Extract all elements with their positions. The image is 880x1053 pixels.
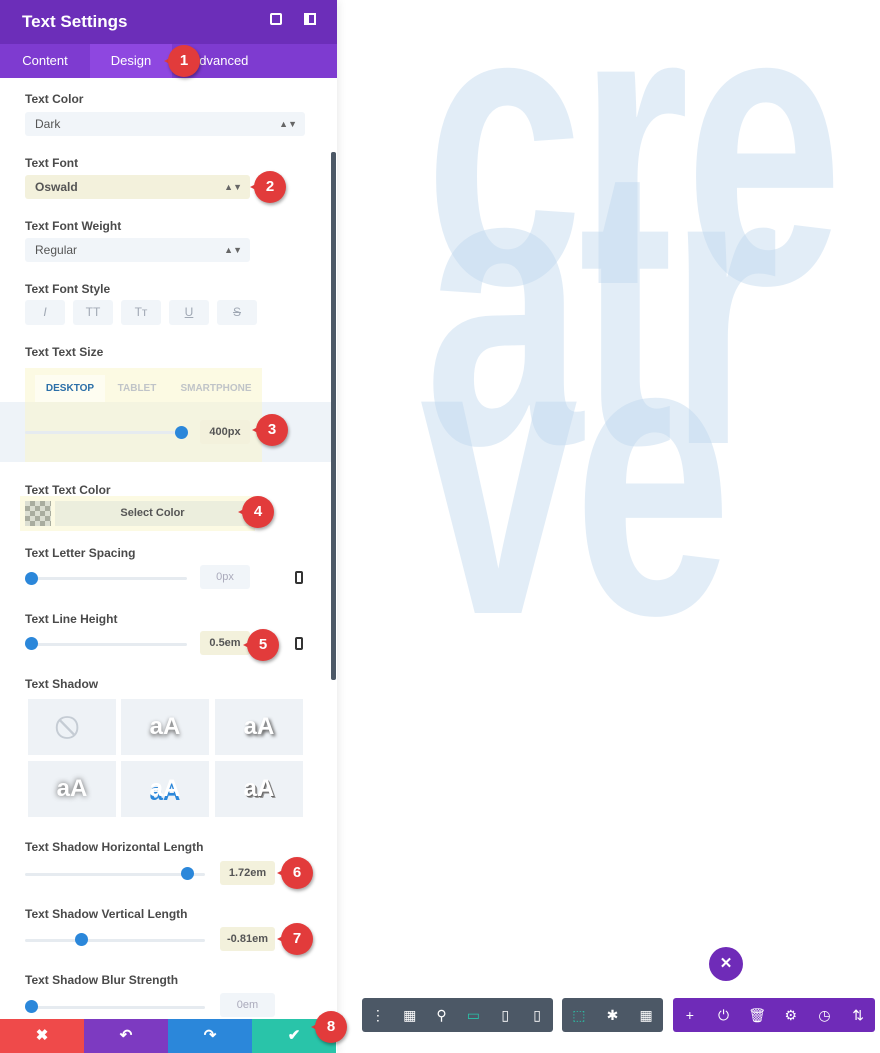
font-weight-select[interactable]: Regular ▲▼ — [25, 238, 250, 262]
phone-icon[interactable] — [295, 571, 303, 584]
text-color-label: Text Color — [25, 92, 84, 106]
select-value: Dark — [35, 117, 61, 131]
menu-dots-icon[interactable]: ⋮ — [366, 1007, 390, 1024]
sort-icon[interactable]: ⇅ — [846, 1007, 870, 1024]
shadow-blur-input[interactable]: 0em — [220, 993, 275, 1017]
shadow-blur-slider-handle[interactable] — [25, 1000, 38, 1013]
shadow-v-label: Text Shadow Vertical Length — [25, 907, 188, 921]
underline-button[interactable]: U — [169, 300, 209, 325]
add-icon[interactable]: + — [678, 1007, 702, 1023]
line-height-slider-track[interactable] — [25, 643, 187, 646]
shadow-preset[interactable]: aA — [215, 699, 303, 755]
select-value: Regular — [35, 243, 78, 257]
history-icon[interactable]: ◷ — [812, 1007, 836, 1024]
shadow-preset-none[interactable]: ⃠ — [28, 699, 116, 755]
view-toolbar: ⋮ ▦ ⚲ ▭ ▯ ▯ — [362, 998, 553, 1032]
text-font-label: Text Font — [25, 156, 79, 170]
tab-smartphone[interactable]: SMARTPHONE — [172, 375, 260, 402]
text-shadow-label: Text Shadow — [25, 677, 99, 691]
shadow-blur-label: Text Shadow Blur Strength — [25, 973, 179, 987]
power-icon[interactable]: ⏻ — [711, 1007, 735, 1024]
expand-icon[interactable] — [270, 13, 282, 25]
tab-content[interactable]: Content — [0, 44, 90, 78]
shadow-preset[interactable]: aA — [121, 699, 209, 755]
text-size-label: Text Text Size — [25, 345, 104, 359]
select-color-button[interactable]: Select Color — [55, 501, 250, 526]
text-text-color-label: Text Text Color — [25, 483, 111, 497]
callout-pin: 8 — [311, 1011, 347, 1043]
shadow-preset[interactable]: aA — [28, 761, 116, 817]
font-weight-label: Text Font Weight — [25, 219, 122, 233]
callout-pin: 6 — [277, 857, 313, 889]
shadow-h-slider-track[interactable] — [25, 873, 205, 876]
select-toolbar: ⬚ ✱ ▦ — [562, 998, 663, 1032]
grid-icon[interactable]: ▦ — [634, 1007, 658, 1024]
shadow-v-input[interactable]: -0.81em — [220, 927, 275, 951]
phone-icon[interactable] — [295, 637, 303, 650]
text-font-select[interactable]: Oswald ▲▼ — [25, 175, 250, 199]
strikethrough-button[interactable]: S — [217, 300, 257, 325]
desktop-icon[interactable]: ▭ — [461, 1007, 485, 1024]
shadow-v-slider-handle[interactable] — [75, 933, 88, 946]
split-view-icon[interactable] — [304, 13, 316, 25]
tab-desktop[interactable]: DESKTOP — [35, 375, 105, 402]
shadow-h-label: Text Shadow Horizontal Length — [25, 840, 204, 854]
tablet-icon[interactable]: ▯ — [493, 1007, 517, 1024]
shadow-h-slider-handle[interactable] — [181, 867, 194, 880]
font-style-label: Text Font Style — [25, 282, 111, 296]
close-icon[interactable]: ✕ — [709, 947, 743, 981]
capitalize-button[interactable]: Tт — [121, 300, 161, 325]
cancel-button[interactable]: ✖ — [0, 1019, 84, 1053]
undo-button[interactable]: ↶ — [84, 1019, 168, 1053]
letter-spacing-label: Text Letter Spacing — [25, 546, 136, 560]
chevron-updown-icon: ▲▼ — [279, 119, 297, 129]
shadow-h-input[interactable]: 1.72em — [220, 861, 275, 885]
callout-pin: 5 — [243, 629, 279, 661]
letter-spacing-slider-track[interactable] — [25, 577, 187, 580]
transparent-swatch-icon[interactable] — [25, 501, 51, 526]
italic-button[interactable]: I — [25, 300, 65, 325]
shadow-v-slider-track[interactable] — [25, 939, 205, 942]
text-size-slider-handle[interactable] — [175, 426, 188, 439]
zoom-icon[interactable]: ⚲ — [430, 1007, 454, 1024]
uppercase-button[interactable]: TT — [73, 300, 113, 325]
settings-panel: Text Settings Content Design Advanced Te… — [0, 0, 337, 1053]
trash-icon[interactable]: 🗑 — [745, 1007, 769, 1024]
letter-spacing-slider-handle[interactable] — [25, 572, 38, 585]
shadow-preset[interactable]: aA — [121, 761, 209, 817]
shadow-preset[interactable]: aA — [215, 761, 303, 817]
click-mode-icon[interactable]: ✱ — [600, 1007, 624, 1024]
text-size-input[interactable]: 400px — [200, 420, 250, 444]
panel-header: Text Settings — [0, 0, 337, 44]
text-color-select[interactable]: Dark ▲▼ — [25, 112, 305, 136]
line-height-slider-handle[interactable] — [25, 637, 38, 650]
chevron-updown-icon: ▲▼ — [224, 182, 242, 192]
letter-spacing-input[interactable]: 0px — [200, 565, 250, 589]
tab-design[interactable]: Design — [90, 44, 172, 78]
panel-title: Text Settings — [22, 12, 128, 31]
wireframe-icon[interactable]: ▦ — [398, 1007, 422, 1024]
select-area-icon[interactable]: ⬚ — [567, 1007, 591, 1024]
phone-icon[interactable]: ▯ — [525, 1007, 549, 1024]
text-size-slider-track[interactable] — [25, 431, 180, 434]
scrollbar[interactable] — [331, 152, 336, 680]
callout-pin: 2 — [250, 171, 286, 203]
page-toolbar: + ⏻ 🗑 ⚙ ◷ ⇅ — [673, 998, 875, 1032]
select-value: Oswald — [35, 180, 78, 194]
callout-pin: 3 — [252, 414, 288, 446]
redo-button[interactable]: ↷ — [168, 1019, 252, 1053]
callout-pin: 7 — [277, 923, 313, 955]
canvas-text-line: ve — [420, 251, 732, 698]
chevron-updown-icon: ▲▼ — [224, 245, 242, 255]
callout-pin: 1 — [164, 45, 200, 77]
callout-pin: 4 — [238, 496, 274, 528]
gear-icon[interactable]: ⚙ — [779, 1007, 803, 1024]
line-height-label: Text Line Height — [25, 612, 118, 626]
shadow-blur-slider-track[interactable] — [25, 1006, 205, 1009]
tab-tablet[interactable]: TABLET — [112, 375, 162, 402]
